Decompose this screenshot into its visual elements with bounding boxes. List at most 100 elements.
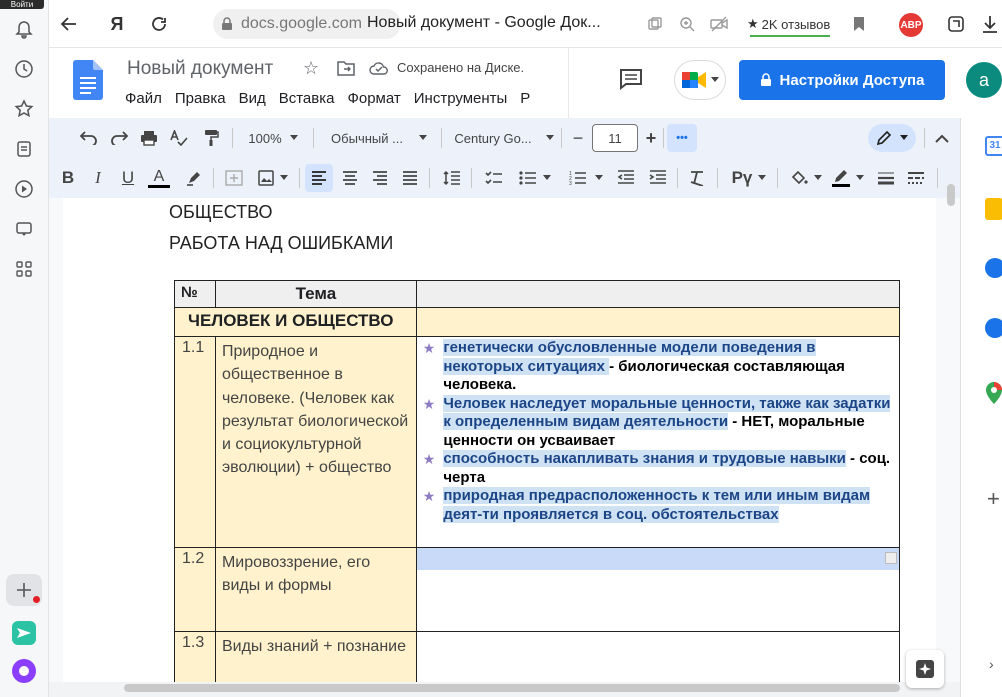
row-content[interactable]: ★ генетически обусловленные модели повед… (415, 336, 901, 548)
collapse-menus-icon[interactable] (931, 126, 953, 150)
numbered-list-icon[interactable]: 123 (565, 166, 607, 190)
star-document-icon[interactable]: ☆ (303, 58, 319, 79)
increase-indent-icon[interactable] (647, 166, 669, 190)
section-title[interactable]: ЧЕЛОВЕК И ОБЩЕСТВО (174, 307, 417, 337)
bookmarks-star-icon[interactable] (10, 95, 38, 123)
history-icon[interactable] (10, 55, 38, 83)
back-arrow-icon[interactable] (57, 12, 81, 36)
insert-link-icon[interactable] (223, 166, 245, 190)
reviews-badge[interactable]: ★ 2K отзывов (747, 13, 830, 35)
header-empty[interactable] (415, 280, 901, 308)
border-dash-icon[interactable] (905, 166, 927, 190)
docs-logo-icon[interactable] (73, 60, 103, 100)
text-color-icon[interactable]: A (147, 166, 171, 190)
bell-icon[interactable] (10, 16, 38, 44)
row-content[interactable] (415, 547, 901, 632)
paint-format-icon[interactable] (199, 126, 223, 150)
highlight-color-icon[interactable] (183, 166, 205, 190)
keep-icon[interactable] (985, 198, 1002, 220)
menu-tools[interactable]: Инструменты (414, 90, 514, 107)
align-right-icon[interactable] (369, 166, 391, 190)
spellcheck-icon[interactable] (167, 126, 191, 150)
vertical-scrollbar[interactable] (946, 180, 956, 680)
row-number[interactable]: 1.1 (174, 336, 216, 548)
insert-image-icon[interactable] (255, 166, 291, 190)
vertical-scroll-thumb[interactable] (947, 184, 955, 206)
copy-link-icon[interactable] (645, 14, 665, 34)
checklist-icon[interactable] (483, 166, 505, 190)
underline-icon[interactable]: U (117, 166, 139, 190)
avatar[interactable]: a (966, 62, 1002, 98)
add-app-icon[interactable]: + (987, 486, 1000, 512)
font-select[interactable]: Century Go... (453, 126, 555, 150)
decrease-indent-icon[interactable] (615, 166, 637, 190)
download-icon[interactable] (979, 12, 1001, 36)
header-num[interactable]: № (174, 280, 216, 308)
access-settings-button[interactable]: Настройки Доступа (739, 60, 945, 100)
comments-icon[interactable] (619, 68, 643, 95)
italic-icon[interactable]: I (87, 166, 109, 190)
video-icon[interactable] (10, 175, 38, 203)
horizontal-scrollbar[interactable] (124, 684, 900, 692)
collections-icon[interactable] (10, 135, 38, 163)
extension-icon[interactable] (945, 13, 967, 35)
row-topic[interactable]: Природное и общественное в человеке. (Че… (214, 336, 417, 548)
messenger-icon[interactable] (10, 619, 38, 647)
increase-font-size-button[interactable]: + (639, 126, 663, 150)
bulleted-list-icon[interactable] (515, 166, 555, 190)
apps-grid-icon[interactable] (10, 255, 38, 283)
row-topic[interactable]: Мировоззрение, его виды и формы (214, 547, 417, 632)
zoom-icon[interactable] (677, 14, 697, 34)
align-justify-icon[interactable] (399, 166, 421, 190)
zoom-select[interactable]: 100% (245, 126, 301, 150)
calendar-icon[interactable]: 31 (985, 136, 1002, 156)
document-canvas[interactable]: ОБЩЕСТВО РАБОТА НАД ОШИБКАМИ № Тема ЧЕЛО… (49, 198, 960, 682)
bold-icon[interactable]: B (57, 166, 79, 190)
decrease-font-size-button[interactable]: − (567, 126, 589, 150)
devices-icon[interactable] (10, 215, 38, 243)
maps-icon[interactable] (985, 382, 1002, 409)
add-panel-icon[interactable] (6, 574, 42, 606)
section-empty-cell[interactable] (415, 307, 901, 337)
border-color-icon[interactable] (829, 166, 867, 190)
tasks-icon[interactable] (985, 258, 1002, 278)
move-folder-icon[interactable] (337, 60, 355, 81)
bookmark-icon[interactable] (851, 14, 867, 34)
header-topic[interactable]: Тема (214, 280, 417, 308)
cell-dropdown-icon[interactable] (885, 552, 897, 564)
row-content[interactable] (415, 631, 901, 682)
menu-file[interactable]: Файл (125, 90, 168, 107)
style-select[interactable]: Обычный ... (329, 126, 429, 150)
align-center-icon[interactable] (339, 166, 361, 190)
meet-button[interactable] (674, 60, 726, 100)
menu-extensions[interactable]: Р (520, 90, 536, 107)
line-spacing-icon[interactable] (441, 166, 463, 190)
alice-icon[interactable] (10, 657, 38, 685)
undo-icon[interactable] (77, 126, 101, 150)
document-page[interactable]: ОБЩЕСТВО РАБОТА НАД ОШИБКАМИ № Тема ЧЕЛО… (63, 198, 936, 682)
align-left-icon[interactable] (305, 164, 333, 192)
redo-icon[interactable] (107, 126, 131, 150)
border-width-icon[interactable] (875, 166, 897, 190)
contacts-icon[interactable] (985, 318, 1002, 338)
input-tools-icon[interactable]: Рү (727, 166, 771, 190)
document-title[interactable]: Новый документ (127, 58, 273, 80)
login-badge[interactable]: Войти (0, 0, 44, 9)
camera-off-icon[interactable] (709, 14, 729, 34)
explore-button[interactable] (906, 650, 944, 688)
row-number[interactable]: 1.2 (174, 547, 216, 632)
menu-edit[interactable]: Правка (175, 90, 232, 107)
font-size-input[interactable]: 11 (592, 124, 638, 152)
menu-view[interactable]: Вид (239, 90, 272, 107)
row-number[interactable]: 1.3 (174, 631, 216, 682)
editing-mode-button[interactable] (868, 124, 916, 152)
reload-icon[interactable] (147, 12, 171, 36)
cell-background-icon[interactable] (787, 166, 825, 190)
clear-formatting-icon[interactable] (687, 166, 709, 190)
selected-cell-bar[interactable] (416, 548, 899, 570)
menu-format[interactable]: Формат (347, 90, 406, 107)
expand-panel-icon[interactable]: › (989, 656, 994, 672)
print-icon[interactable] (137, 126, 161, 150)
adblock-icon[interactable]: ABP (899, 13, 923, 37)
yandex-logo-icon[interactable]: Я (105, 12, 129, 36)
